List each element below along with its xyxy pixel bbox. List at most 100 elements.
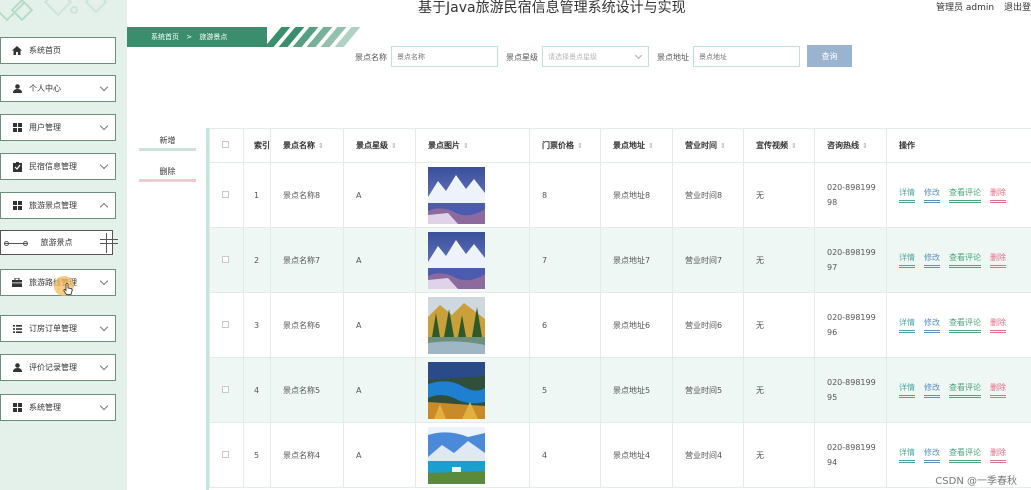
user-role-label: 管理员 admin [936, 3, 995, 13]
promo-video-cell: 无 [743, 227, 815, 293]
sidebar-item-review-records[interactable]: 评价记录管理 [0, 354, 116, 381]
delete-button[interactable]: 删除 [990, 382, 1006, 398]
table-row: 4 景点名称5 A 5 景点地址5 营业时间5 无 020-898199 95 详… [209, 357, 1031, 423]
detail-button[interactable]: 详情 [899, 447, 915, 463]
scenic-image[interactable] [428, 361, 529, 419]
table-body: 1 景点名称8 A 8 景点地址8 营业时间8 无 020-898199 98 详… [209, 162, 1031, 488]
sidebar-item-personal-center[interactable]: 个人中心 [0, 75, 116, 102]
column-header-price[interactable]: 门票价格 ⇕ [529, 128, 601, 163]
sort-icon[interactable]: ⇕ [391, 142, 397, 150]
sidebar-subitem-scenic-spots[interactable]: 旅游景点 [0, 230, 118, 255]
sort-icon[interactable]: ⇕ [791, 142, 797, 150]
row-checkbox-cell[interactable] [209, 292, 244, 358]
briefcase-icon [11, 278, 23, 288]
column-header-image[interactable]: 景点图片 ⇕ [415, 128, 530, 163]
delete-button[interactable]: 删除 [990, 317, 1006, 333]
hotline-cell: 020-898199 95 [814, 357, 887, 423]
chevron-down-icon [99, 121, 109, 131]
column-header-phone[interactable]: 咨询热线 ⇕ [814, 128, 887, 163]
view-reviews-button[interactable]: 查看评论 [949, 252, 981, 268]
promo-video-cell: 无 [743, 357, 815, 423]
row-checkbox-cell[interactable] [209, 422, 244, 488]
breadcrumb-home[interactable]: 系统首页 [151, 33, 179, 41]
sort-icon[interactable]: ⇕ [862, 142, 868, 150]
detail-button[interactable]: 详情 [899, 187, 915, 203]
column-header-level[interactable]: 景点星级 ⇕ [343, 128, 416, 163]
edit-button[interactable]: 修改 [924, 382, 940, 398]
logout-link[interactable]: 退出登 [1004, 3, 1031, 13]
column-header-index: 索引 [243, 128, 271, 163]
sort-icon[interactable]: ⇕ [648, 142, 654, 150]
connector-line [4, 241, 28, 246]
view-reviews-button[interactable]: 查看评论 [949, 187, 981, 203]
index-cell: 5 [243, 422, 271, 488]
column-header-video[interactable]: 宣传视频 ⇕ [743, 128, 815, 163]
select-all-checkbox[interactable] [222, 141, 229, 148]
sidebar-item-system-management[interactable]: 系统管理 [0, 394, 116, 421]
scenic-level-select[interactable]: 请选择景点星级 [542, 46, 649, 67]
scenic-image[interactable] [428, 231, 529, 289]
sort-icon[interactable]: ⇕ [577, 142, 583, 150]
row-actions-cell: 详情 修改 查看评论 删除 [886, 162, 1031, 228]
column-header-address[interactable]: 景点地址 ⇕ [600, 128, 673, 163]
row-checkbox[interactable] [222, 320, 229, 328]
index-cell: 1 [243, 162, 271, 228]
clipboard-icon [11, 161, 23, 172]
index-cell: 3 [243, 292, 271, 358]
detail-button[interactable]: 详情 [899, 382, 915, 398]
ticket-price-cell: 4 [529, 422, 601, 488]
sidebar-item-label: 民宿信息管理 [29, 162, 77, 171]
sort-icon[interactable]: ⇕ [318, 142, 324, 150]
view-reviews-button[interactable]: 查看评论 [949, 382, 981, 398]
edit-button[interactable]: 修改 [924, 252, 940, 268]
scenic-address-input[interactable] [693, 46, 800, 67]
index-cell: 2 [243, 227, 271, 293]
select-all-checkbox-cell[interactable] [209, 128, 244, 163]
row-checkbox[interactable] [222, 385, 229, 393]
edit-button[interactable]: 修改 [924, 317, 940, 333]
batch-delete-button[interactable]: 删除 [139, 165, 196, 182]
scenic-image[interactable] [428, 166, 529, 224]
scenic-level-cell: A [343, 227, 416, 293]
add-button[interactable]: 新增 [139, 134, 196, 151]
row-checkbox[interactable] [222, 190, 229, 198]
row-checkbox-cell[interactable] [209, 227, 244, 293]
column-header-hours[interactable]: 营业时间 ⇕ [672, 128, 744, 163]
row-checkbox[interactable] [222, 255, 229, 263]
view-reviews-button[interactable]: 查看评论 [949, 447, 981, 463]
column-header-name[interactable]: 景点名称 ⇕ [270, 128, 344, 163]
sidebar-item-home[interactable]: 系统首页 [0, 37, 116, 64]
row-checkbox-cell[interactable] [209, 357, 244, 423]
hotline-part: 020-898199 [827, 248, 876, 257]
view-reviews-button[interactable]: 查看评论 [949, 317, 981, 333]
edit-button[interactable]: 修改 [924, 187, 940, 203]
scenic-address-cell: 景点地址4 [600, 422, 673, 488]
scenic-name-input[interactable] [391, 46, 498, 67]
query-button[interactable]: 查询 [807, 45, 852, 67]
delete-button[interactable]: 删除 [990, 252, 1006, 268]
sort-icon[interactable]: ⇕ [463, 142, 469, 150]
hotline-cell: 020-898199 98 [814, 162, 887, 228]
detail-button[interactable]: 详情 [899, 317, 915, 333]
sidebar-item-label: 用户管理 [29, 123, 61, 132]
sidebar-item-user-management[interactable]: 用户管理 [0, 114, 116, 141]
edit-button[interactable]: 修改 [924, 447, 940, 463]
scenic-image[interactable] [428, 426, 529, 484]
row-checkbox-cell[interactable] [209, 162, 244, 228]
sidebar-item-scenic-management[interactable]: 旅游景点管理 [0, 192, 116, 219]
scenic-image[interactable] [428, 296, 529, 354]
sort-icon[interactable]: ⇕ [720, 142, 726, 150]
sidebar-item-homestay-management[interactable]: 民宿信息管理 [0, 153, 116, 180]
business-hours-cell: 营业时间6 [672, 292, 744, 358]
scenic-table: 索引 景点名称 ⇕ 景点星级 ⇕ 景点图片 ⇕ 门票价格 ⇕ 景点地址 ⇕ 营业时间 ⇕ 宣… [206, 128, 1031, 490]
index-cell: 4 [243, 357, 271, 423]
delete-button[interactable]: 删除 [990, 187, 1006, 203]
detail-button[interactable]: 详情 [899, 252, 915, 268]
chevron-down-icon [99, 401, 109, 411]
business-hours-cell: 营业时间8 [672, 162, 744, 228]
ticket-price-cell: 8 [529, 162, 601, 228]
sidebar-item-booking-orders[interactable]: 订房订单管理 [0, 315, 116, 342]
delete-button[interactable]: 删除 [990, 447, 1006, 463]
row-checkbox[interactable] [222, 450, 229, 458]
person-icon [11, 84, 23, 94]
